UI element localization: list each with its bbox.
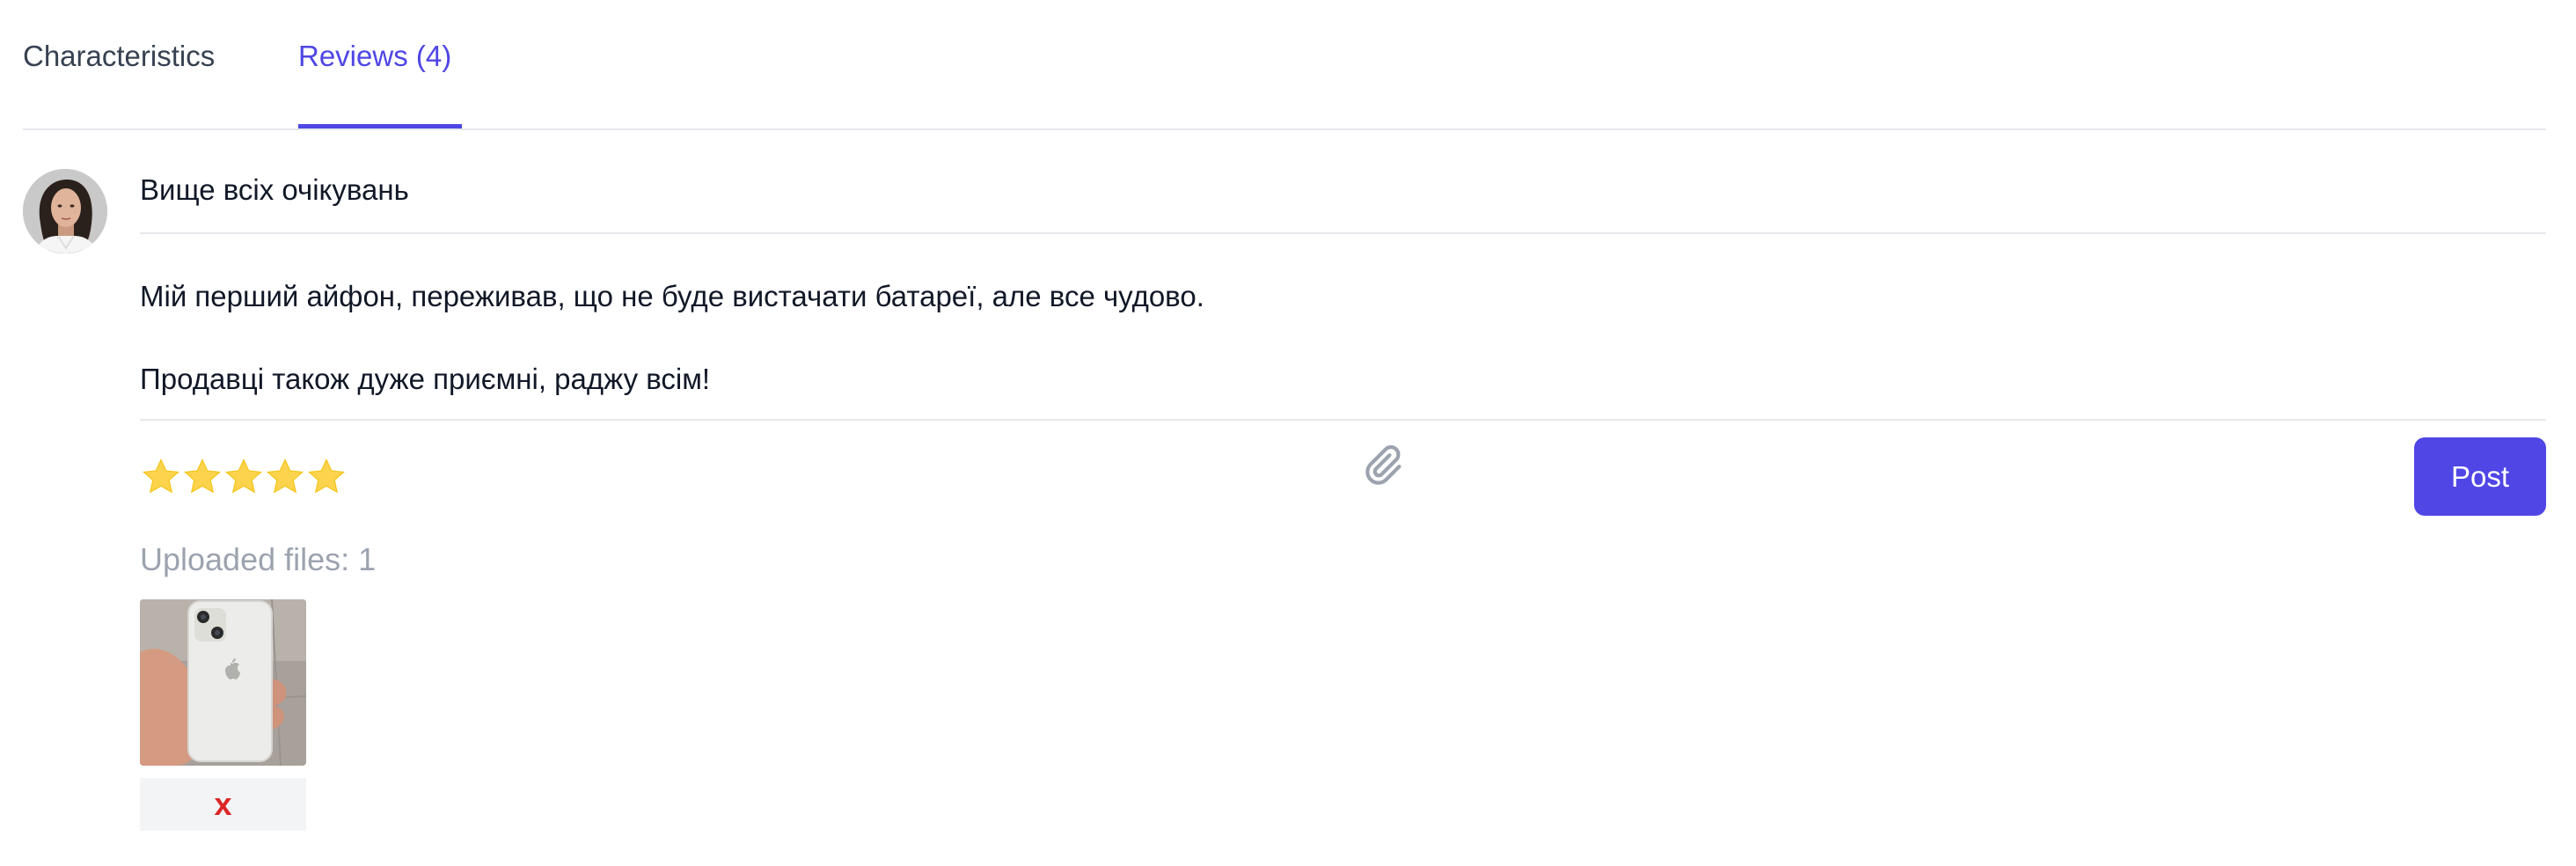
uploaded-image-thumbnail[interactable]	[140, 599, 306, 766]
avatar-image	[23, 169, 107, 253]
review-body: Мій перший айфон, переживав, що не буде …	[140, 232, 2546, 421]
remove-file-button[interactable]: x	[140, 778, 306, 831]
remove-icon: x	[214, 786, 232, 822]
star-icon[interactable]	[140, 456, 182, 498]
review-title: Вище всіх очікувань	[140, 172, 2546, 234]
avatar	[23, 169, 107, 253]
phone-photo-image	[140, 599, 306, 766]
tab-bar: Characteristics Reviews (4)	[23, 0, 2546, 130]
star-rating	[140, 456, 347, 498]
paperclip-icon[interactable]	[1358, 440, 1408, 489]
post-button[interactable]: Post	[2414, 437, 2546, 516]
tab-reviews[interactable]: Reviews (4)	[298, 39, 451, 74]
review-text-line: Мій перший айфон, переживав, що не буде …	[140, 280, 1204, 312]
uploaded-files-count: Uploaded files: 1	[140, 541, 377, 577]
tab-characteristics[interactable]: Characteristics	[23, 39, 215, 74]
star-icon[interactable]	[223, 456, 265, 498]
star-icon[interactable]	[305, 456, 348, 498]
active-tab-indicator	[298, 124, 462, 128]
review-text-line: Продавці також дуже приємні, раджу всім!	[140, 363, 711, 395]
star-icon[interactable]	[264, 456, 306, 498]
star-icon[interactable]	[181, 456, 223, 498]
